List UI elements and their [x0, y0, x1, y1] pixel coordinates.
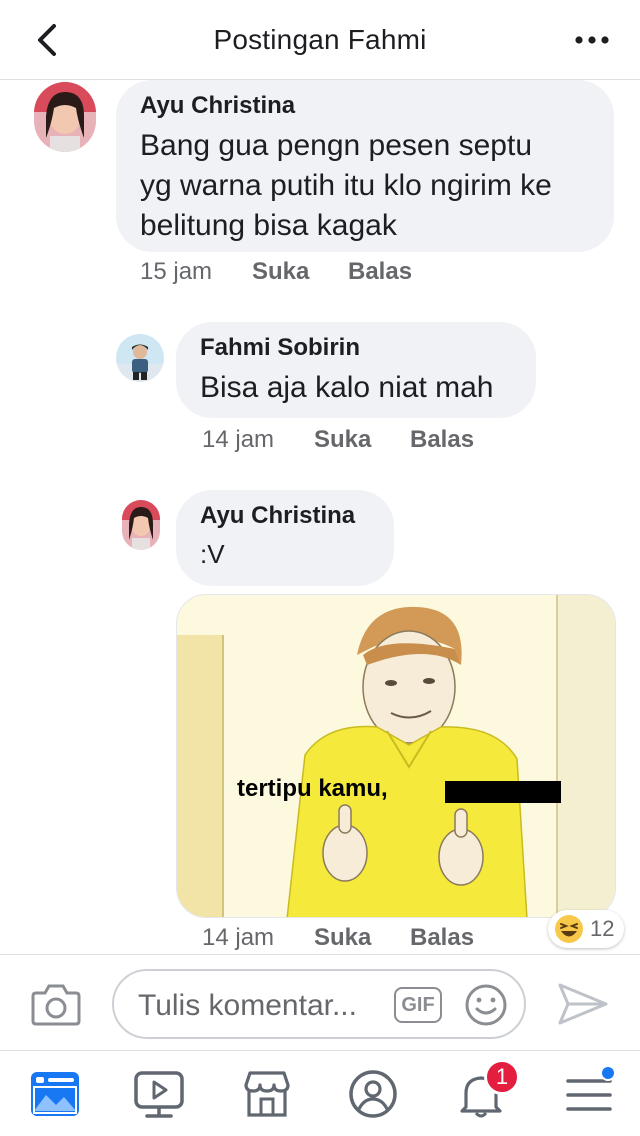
comment-author[interactable]: Fahmi Sobirin — [200, 334, 512, 362]
comment-time: 14 jam — [202, 426, 275, 453]
comment-placeholder: Tulis komentar... — [138, 989, 357, 1022]
camera-icon[interactable] — [30, 981, 82, 1027]
reply-button[interactable]: Balas — [348, 258, 412, 286]
page-title: Postingan Fahmi — [213, 23, 427, 55]
comment-meta: 15 jam Suka Balas — [140, 258, 412, 286]
reaction-summary[interactable]: 12 — [548, 910, 625, 948]
comment-bubble: Ayu Christina Bang gua pengn pesen septu… — [116, 80, 614, 252]
comment-text-line: yg warna putih itu klo ngirim ke — [140, 169, 552, 202]
comment-meta: 14 jam Suka Balas — [202, 426, 474, 454]
smiley-icon[interactable] — [464, 983, 508, 1027]
laughing-emoji-icon — [555, 915, 583, 943]
reply-button[interactable]: Balas — [410, 426, 474, 454]
avatar[interactable] — [116, 334, 164, 382]
comment-time: 15 jam — [140, 258, 213, 285]
avatar[interactable] — [122, 500, 160, 550]
like-button[interactable]: Suka — [252, 258, 348, 286]
menu-indicator-dot — [600, 1065, 616, 1081]
comment-composer: Tulis komentar... GIF — [0, 954, 640, 1050]
avatar[interactable] — [34, 82, 96, 152]
like-button[interactable]: Suka — [314, 426, 410, 454]
top-bar: Postingan Fahmi — [0, 0, 640, 80]
notification-badge: 1 — [484, 1059, 520, 1095]
watch-icon[interactable] — [130, 1065, 188, 1123]
comment-author[interactable]: Ayu Christina — [140, 92, 590, 120]
comment-text-line: Bang gua pengn pesen septu — [140, 129, 533, 162]
comment-meta: 14 jam Suka Balas — [202, 924, 474, 952]
comment-text-line: belitung bisa kagak — [140, 209, 397, 242]
comment-text-line: :V — [200, 539, 225, 569]
chevron-left-icon[interactable] — [28, 20, 68, 60]
news-feed-icon[interactable] — [26, 1065, 84, 1123]
comment-bubble: Ayu Christina :V — [176, 490, 394, 586]
comment-image[interactable]: tertipu kamu, — [176, 594, 616, 918]
more-horizontal-icon[interactable] — [572, 24, 612, 56]
comment-text-line: Bisa aja kalo niat mah — [200, 371, 494, 404]
profile-icon[interactable] — [344, 1065, 402, 1123]
gif-button[interactable]: GIF — [394, 987, 442, 1023]
bottom-navigation: 1 — [0, 1050, 640, 1136]
comment-bubble: Fahmi Sobirin Bisa aja kalo niat mah — [176, 322, 536, 418]
comment-input[interactable]: Tulis komentar... GIF — [112, 969, 526, 1039]
send-icon[interactable] — [556, 981, 610, 1027]
post-comments-screen: Postingan Fahmi Ayu Christina Bang gua p… — [0, 0, 640, 1136]
reply-button[interactable]: Balas — [410, 924, 474, 952]
like-button[interactable]: Suka — [314, 924, 410, 952]
image-caption: tertipu kamu, — [237, 775, 388, 802]
comment-time: 14 jam — [202, 924, 275, 951]
marketplace-icon[interactable] — [238, 1065, 296, 1123]
comment-author[interactable]: Ayu Christina — [200, 502, 370, 530]
reaction-count: 12 — [590, 916, 615, 941]
